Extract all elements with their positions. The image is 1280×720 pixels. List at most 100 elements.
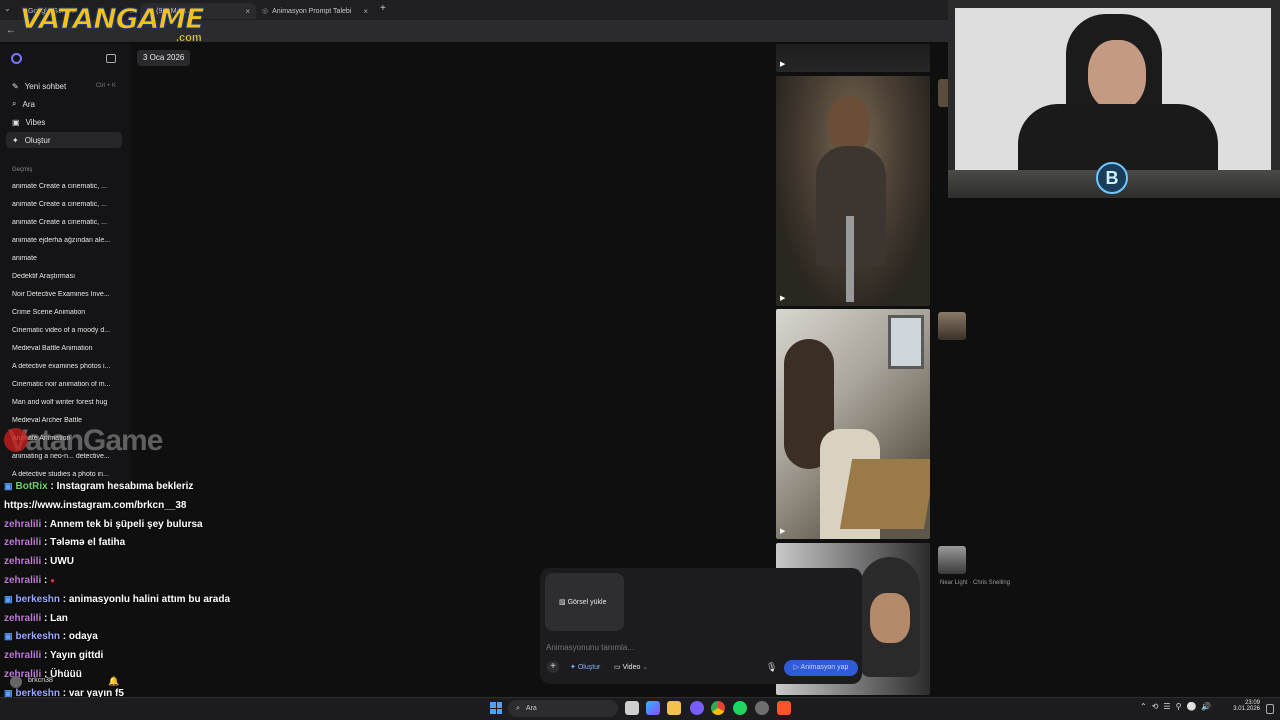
sidebar-item-create[interactable]: ✦ Oluştur: [6, 132, 122, 148]
avatar[interactable]: [10, 676, 22, 688]
reference-thumbnail[interactable]: [938, 312, 966, 340]
chrome-icon[interactable]: [711, 701, 725, 715]
taskbar-search-label: Ara: [525, 705, 537, 712]
chat-separator: :: [41, 650, 50, 662]
system-tray-icons[interactable]: ⌃⟲☰⚲⚪🔊: [1140, 702, 1216, 711]
chat-username: BotRix: [15, 481, 48, 492]
search-icon: ⌕: [12, 99, 17, 108]
chat-username: zehralili: [4, 537, 42, 549]
sidebar-item-new-chat[interactable]: ✎ Yeni sohbet Ctrl + K: [6, 78, 122, 94]
history-item[interactable]: animate Create a cinematic, ...: [12, 183, 124, 190]
history-item[interactable]: Medieval Archer Battle: [12, 417, 124, 424]
file-explorer-icon[interactable]: [667, 701, 681, 715]
chat-username: zehralili: [4, 612, 42, 624]
webcam-overlay: B: [948, 0, 1280, 198]
window-shape: [888, 315, 924, 369]
wand-icon: ✦: [12, 135, 19, 145]
chat-separator: :: [41, 575, 51, 586]
history-item[interactable]: animate Create a cinematic, ...: [12, 219, 124, 226]
chat-text: Ühüüü: [50, 669, 82, 680]
badge-icon: ▣: [4, 481, 13, 491]
chat-text: animasyonlu halini attım bu arada: [68, 593, 231, 605]
video-icon: ▭: [614, 664, 621, 671]
play-icon: ▶: [780, 295, 786, 302]
discord-icon[interactable]: [690, 701, 704, 715]
task-view-icon[interactable]: [625, 701, 639, 715]
windows-start-icon[interactable]: [490, 702, 502, 714]
detective-image[interactable]: ▶: [776, 309, 930, 539]
overlay-logo: VATANGAME: [19, 2, 204, 36]
video-thumbnail[interactable]: ▶: [776, 44, 930, 72]
create-mode-button[interactable]: ✦ Oluştur: [570, 663, 600, 671]
face-shape: [870, 593, 910, 643]
chat-separator: :: [41, 537, 51, 549]
chat-message: zehralili : UWU: [4, 556, 74, 567]
history-item[interactable]: animate: [12, 255, 124, 262]
chat-separator: :: [47, 481, 57, 492]
brave-icon[interactable]: [777, 701, 791, 715]
chat-text: https://www.instagram.com/brkcn__38: [4, 499, 187, 511]
chat-text: UWU: [50, 556, 75, 568]
tab-list-icon[interactable]: ⌄: [4, 4, 11, 13]
history-item[interactable]: Medieval Battle Animation: [12, 345, 124, 352]
badge-icon: ▣: [4, 631, 13, 642]
composer: ▨ Görsel yükle + ✦ Oluştur ▭ Video ⌄ 🎙 ▷…: [540, 568, 862, 684]
chat-username: zehralili: [4, 518, 42, 530]
copilot-icon[interactable]: [646, 701, 660, 715]
sidebar-item-vibes[interactable]: ▣ Vibes: [6, 114, 122, 130]
history-item[interactable]: Man and wolf winter forest hug: [12, 399, 124, 406]
watermark-logo-icon: [4, 428, 28, 452]
new-tab-button[interactable]: +: [380, 3, 386, 14]
back-icon[interactable]: ←: [6, 25, 16, 36]
chat-username: zehralili: [4, 650, 42, 662]
face-shape: [828, 96, 870, 152]
history-heading: Geçmiş: [12, 167, 33, 173]
spotify-icon[interactable]: [733, 701, 747, 715]
image-credit: Near Light · Chris Snelling: [940, 580, 1011, 586]
image-icon: ▨: [559, 599, 566, 606]
tab-animasyon[interactable]: ◎ Animasyon Prompt Talebi ×: [256, 3, 374, 19]
history-item[interactable]: A detective examines photos i...: [12, 363, 124, 370]
warrior-image[interactable]: ▶: [776, 76, 930, 306]
chat-message: zehralili : Tələmə el fatiha: [4, 537, 125, 548]
chat-message: https://www.instagram.com/brkcn__38: [4, 500, 186, 511]
add-icon[interactable]: +: [547, 661, 559, 673]
close-icon[interactable]: ×: [363, 7, 368, 16]
history-item[interactable]: Cinematic video of a moody d...: [12, 327, 124, 334]
chat-text: Yayın gittdi: [49, 650, 104, 662]
history-item[interactable]: Noir Detective Examines Inve...: [12, 291, 124, 298]
notification-icon[interactable]: 🔔: [108, 676, 119, 687]
history-item[interactable]: Cinematic noir animation of m...: [12, 381, 124, 388]
history-item[interactable]: A detective studies a photo in...: [12, 471, 124, 478]
history-item[interactable]: Dedektif Araştırması: [12, 273, 124, 280]
history-item[interactable]: Crime Scene Animation: [12, 309, 124, 316]
history-item[interactable]: animate ejderha ağzından ale...: [12, 237, 124, 244]
upload-image-button[interactable]: ▨ Görsel yükle: [545, 573, 624, 631]
clock-date: 3.01.2026: [1233, 706, 1260, 712]
chat-message: ▣ berkeshn : odaya: [4, 631, 98, 642]
microphone-icon[interactable]: 🎙: [766, 662, 777, 673]
animate-submit-button[interactable]: ▷ Animasyon yap: [784, 660, 858, 676]
media-type-select[interactable]: ▭ Video ⌄: [614, 663, 648, 671]
sidebar-item-search[interactable]: ⌕ Ara: [6, 96, 122, 112]
upload-label: Görsel yükle: [567, 599, 607, 606]
history-item[interactable]: animate Create a cinematic, ...: [12, 201, 124, 208]
meta-ai-logo-icon[interactable]: [11, 53, 22, 64]
chat-message: zehralili : Annem tek bi şüpeli şey bulu…: [4, 519, 203, 530]
sidebar-toggle-icon[interactable]: [106, 54, 116, 63]
sidebar-item-label: Yeni sohbet: [24, 81, 67, 91]
app-icon[interactable]: [755, 701, 769, 715]
tab-label: Animasyon Prompt Talebi: [272, 7, 352, 15]
chat-message: zehralili : Yayın gittdi: [4, 650, 103, 661]
taskbar-search[interactable]: ⌕ Ara: [508, 700, 618, 717]
chat-separator: :: [41, 612, 51, 624]
streamer-body: [1018, 104, 1218, 170]
prompt-input[interactable]: [546, 640, 846, 654]
clock[interactable]: 23:09 3.01.2026: [1230, 700, 1260, 712]
chat-text: Lan: [50, 612, 68, 624]
chat-text: Tələmə el fatiha: [50, 537, 126, 549]
sidebar-item-label: Ara: [22, 99, 35, 109]
reference-thumbnail[interactable]: [938, 546, 966, 574]
close-icon[interactable]: ×: [245, 7, 250, 16]
notification-center-icon[interactable]: [1266, 704, 1274, 714]
